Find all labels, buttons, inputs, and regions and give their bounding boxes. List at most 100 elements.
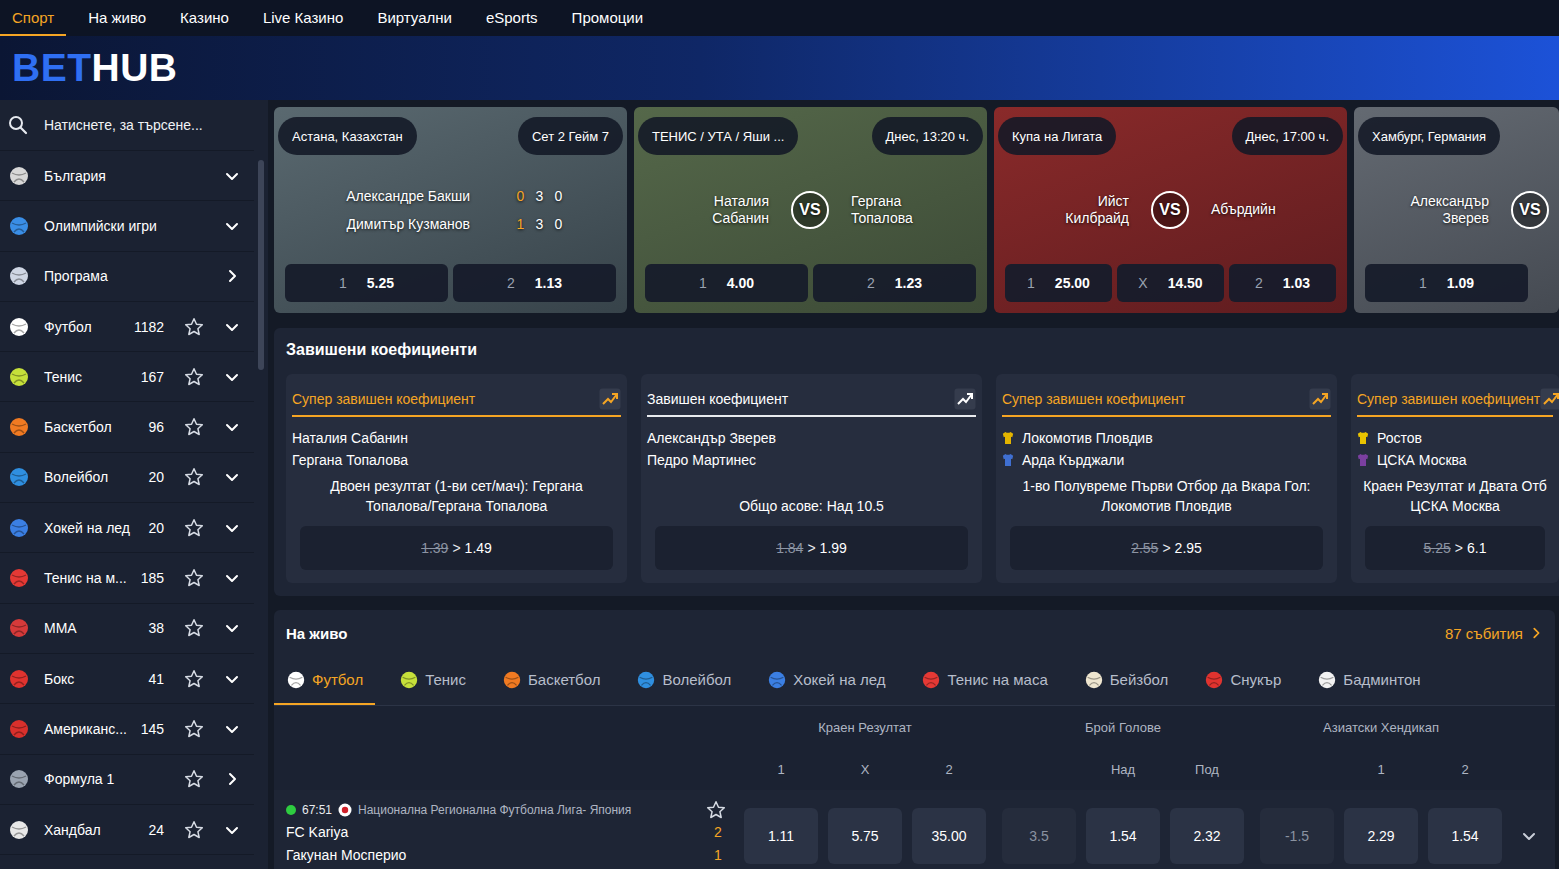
sidebar-item[interactable]: Футбол1182 — [0, 302, 254, 352]
featured-card[interactable]: ТЕНИС / УТА / Яши ...Днес, 13:20 ч.Натал… — [634, 107, 987, 313]
chevron-down-icon — [224, 469, 240, 485]
sport-tab[interactable]: Волейбол — [624, 656, 743, 705]
odds-cell[interactable]: 35.00 — [912, 808, 986, 864]
sidebar-item[interactable]: Олимпийски игри — [0, 201, 254, 251]
odds-row: 125.00X14.5021.03 — [1005, 264, 1336, 302]
odds-button[interactable]: 21.23 — [813, 264, 976, 302]
nav-tab[interactable]: Виртуални — [365, 0, 464, 36]
star-icon[interactable] — [184, 769, 204, 789]
column-header: 1X2НадПод12 — [274, 748, 1555, 790]
market-label: Азиатски Хендикап — [1260, 720, 1502, 735]
odds-button[interactable]: 21.13 — [453, 264, 616, 302]
odds-button[interactable]: X14.50 — [1117, 264, 1224, 302]
star-icon[interactable] — [184, 669, 204, 689]
star-icon[interactable] — [706, 800, 726, 820]
sidebar-item[interactable]: Хокей на лед20 — [0, 503, 254, 553]
sidebar-item[interactable]: Тенис на м...185 — [0, 553, 254, 603]
match-time: 67:51 — [302, 803, 332, 817]
sport-tab[interactable]: Бейзбол — [1072, 656, 1181, 705]
star-icon[interactable] — [184, 820, 204, 840]
scrollbar-thumb[interactable] — [258, 160, 264, 370]
odds-cell[interactable]: 2.32 — [1170, 808, 1244, 864]
sidebar-item[interactable]: Волейбол20 — [0, 453, 254, 503]
live-header: На живо87 събития — [274, 610, 1555, 656]
scrollbar[interactable] — [254, 100, 268, 869]
odds-cell[interactable]: 1.54 — [1428, 808, 1502, 864]
search-row[interactable] — [0, 100, 254, 151]
team-name: Ростов — [1377, 427, 1422, 449]
featured-card[interactable]: Хамбург, ГерманияАлександър ЗверевVS11.0… — [1354, 107, 1559, 313]
sidebar-item[interactable]: Баскетбол96 — [0, 402, 254, 452]
star-icon[interactable] — [184, 719, 204, 739]
sidebar-item[interactable]: Хандбал24 — [0, 805, 254, 855]
odds-button[interactable]: 11.09 — [1365, 264, 1528, 302]
team-row: Педро Мартинес — [647, 449, 976, 471]
odds-row: 15.2521.13 — [285, 264, 616, 302]
market-groups: Краен РезултатБрой ГоловеАзиатски Хендик… — [744, 720, 1502, 735]
boosted-odds-button[interactable]: 1.39>1.49 — [300, 526, 613, 570]
nav-tab[interactable]: Промоции — [560, 0, 655, 36]
featured-card[interactable]: Купа на ЛигатаДнес, 17:00 ч.Ийст Килбрай… — [994, 107, 1347, 313]
sport-tab[interactable]: Бадминтон — [1305, 656, 1432, 705]
star-icon[interactable] — [184, 618, 204, 638]
nav-tab[interactable]: На живо — [76, 0, 158, 36]
tab-label: Футбол — [312, 671, 363, 688]
sidebar-item[interactable]: Програма — [0, 252, 254, 302]
star-icon[interactable] — [184, 518, 204, 538]
sport-icon — [8, 567, 30, 589]
odds-button[interactable]: 14.00 — [645, 264, 808, 302]
star-icon[interactable] — [184, 417, 204, 437]
sidebar-label: MMA — [44, 620, 142, 636]
nav-tab[interactable]: Live Казино — [251, 0, 355, 36]
search-icon — [8, 115, 28, 135]
star-icon[interactable] — [184, 317, 204, 337]
star-icon[interactable] — [184, 467, 204, 487]
odds-button[interactable]: 125.00 — [1005, 264, 1112, 302]
sport-tab[interactable]: Тенис — [387, 656, 478, 705]
boosted-card[interactable]: Супер завишен коефициентЛокомотив Пловди… — [996, 374, 1337, 583]
sidebar-item[interactable]: Американс...145 — [0, 704, 254, 754]
nav-tab[interactable]: eSports — [474, 0, 550, 36]
boosted-card[interactable]: Супер завишен коефициентНаталия СабанинГ… — [286, 374, 627, 583]
sport-icon — [1317, 670, 1337, 690]
star-icon[interactable] — [184, 367, 204, 387]
sidebar-item[interactable]: Бокс41 — [0, 654, 254, 704]
sidebar-item[interactable]: Тенис167 — [0, 352, 254, 402]
star-icon[interactable] — [184, 568, 204, 588]
market-header: Краен РезултатБрой ГоловеАзиатски Хендик… — [274, 706, 1555, 748]
featured-card[interactable]: Астана, КазахстанСет 2 Гейм 7Александре … — [274, 107, 627, 313]
search-input[interactable] — [44, 117, 240, 133]
logo[interactable]: BETHUB — [12, 46, 178, 90]
sport-tab[interactable]: Футбол — [274, 656, 375, 705]
sidebar-item[interactable]: България — [0, 151, 254, 201]
market-line: Топалова/Гергана Топалова — [292, 496, 621, 516]
events-link[interactable]: 87 събития — [1445, 625, 1543, 642]
boosted-odds-button[interactable]: 5.25>6.1 — [1365, 526, 1545, 570]
odds-button[interactable]: 21.03 — [1229, 264, 1336, 302]
boosted-odds-button[interactable]: 1.84>1.99 — [655, 526, 968, 570]
boosted-card[interactable]: Супер завишен коефициентРостовЦСКА Москв… — [1351, 374, 1559, 583]
odds-cell[interactable]: 5.75 — [828, 808, 902, 864]
odds-cell[interactable]: 1.54 — [1086, 808, 1160, 864]
sidebar-item[interactable]: MMA38 — [0, 604, 254, 654]
sidebar-item[interactable]: Формула 1 — [0, 755, 254, 805]
boosted-card[interactable]: Завишен коефициентАлександър ЗверевПедро… — [641, 374, 982, 583]
shirt-icon — [1357, 453, 1369, 467]
boosted-odds-button[interactable]: 2.55>2.95 — [1010, 526, 1323, 570]
sport-tab[interactable]: Хокей на лед — [755, 656, 897, 705]
match-row[interactable]: 67:51Национална Регионална Футболна Лига… — [274, 790, 1555, 869]
sport-tab[interactable]: Баскетбол — [490, 656, 613, 705]
sport-tab[interactable]: Тенис на маса — [909, 656, 1059, 705]
nav-tab[interactable]: Спорт — [0, 0, 66, 36]
expand-button[interactable] — [1502, 808, 1555, 864]
odds-cell[interactable]: 1.11 — [744, 808, 818, 864]
nav-tab[interactable]: Казино — [168, 0, 241, 36]
new-odds: 6.1 — [1467, 540, 1486, 556]
odds-cell[interactable]: 2.29 — [1344, 808, 1418, 864]
sport-tab[interactable]: Снукър — [1192, 656, 1293, 705]
odds-button[interactable]: 15.25 — [285, 264, 448, 302]
boosted-header: Супер завишен коефициент — [1002, 382, 1331, 417]
column-group: 12 — [1260, 762, 1502, 777]
column-group: 1X2 — [744, 762, 986, 777]
main-content: Астана, КазахстанСет 2 Гейм 7Александре … — [268, 100, 1559, 869]
